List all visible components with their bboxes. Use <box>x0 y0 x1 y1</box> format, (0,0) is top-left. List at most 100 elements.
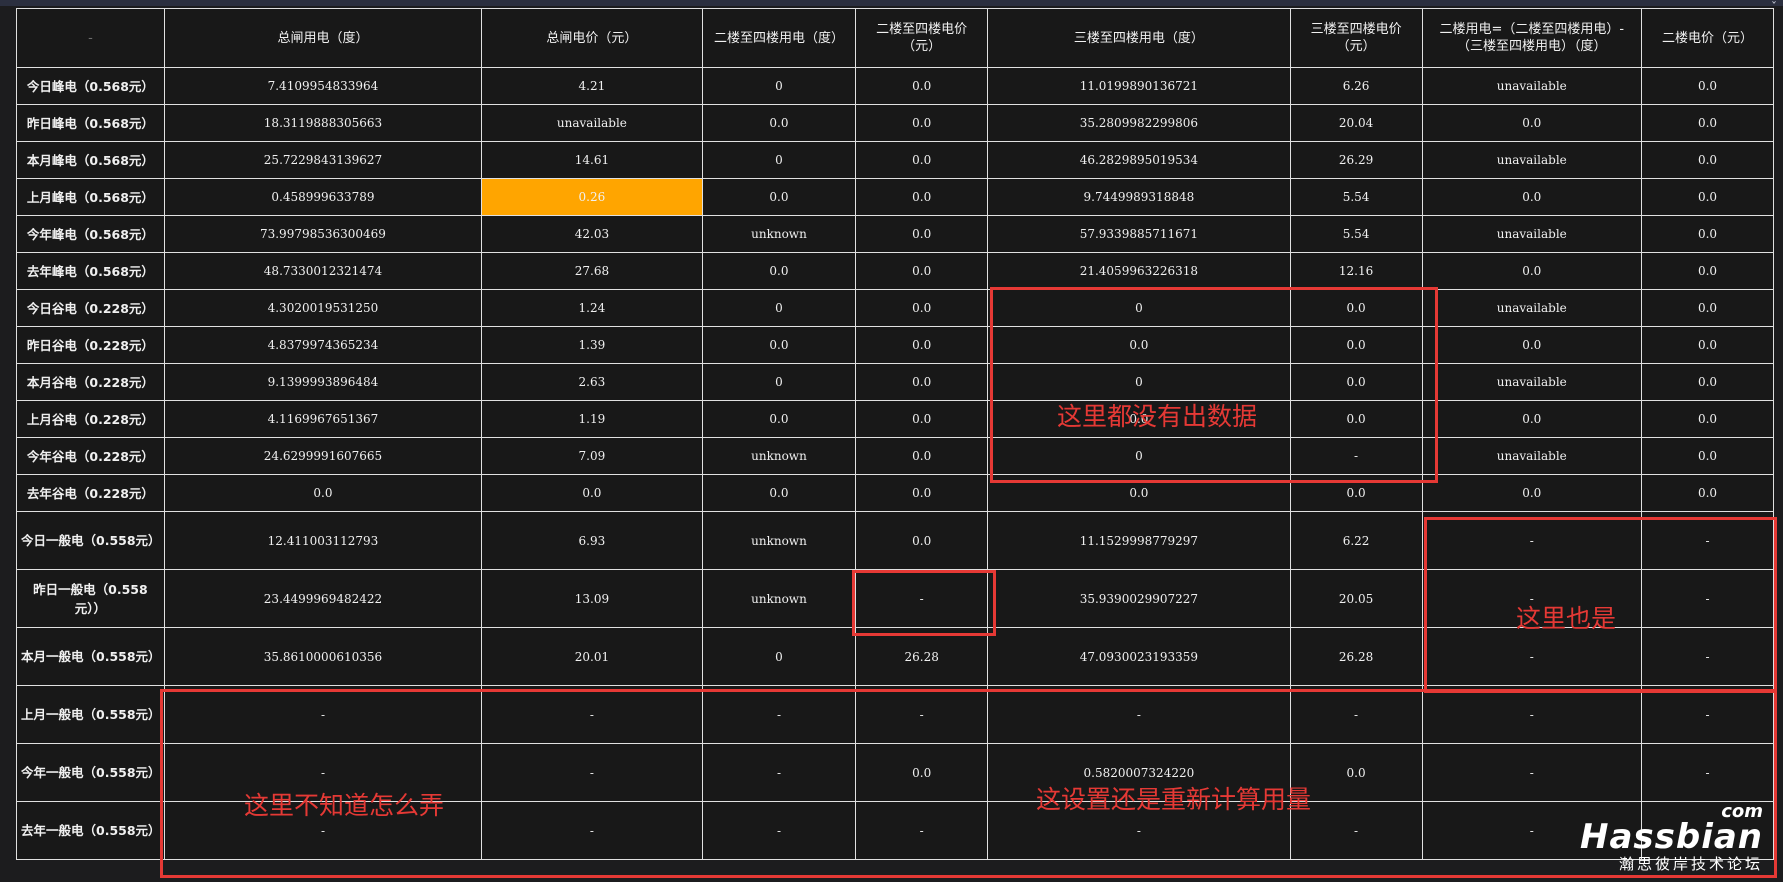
table-cell: 26.28 <box>1289 627 1423 686</box>
column-header: 总闸用电（度） <box>163 8 483 68</box>
table-cell: 21.4059963226318 <box>987 252 1291 290</box>
table-cell: 0.0 <box>1641 104 1774 142</box>
table-cell: 20.04 <box>1289 104 1423 142</box>
hassbian-watermark: com Hassbian 瀚思彼岸技术论坛 <box>1580 801 1763 874</box>
row-label: 上月一般电（0.558元） <box>16 685 165 744</box>
table-cell: 47.0930023193359 <box>987 627 1291 686</box>
table-cell: 5.54 <box>1289 178 1423 216</box>
table-row: 去年峰电（0.568元） 48.7330012321474 27.68 0.0 0.0 2… <box>16 252 1774 290</box>
column-header: 二楼电价（元） <box>1641 8 1774 68</box>
table-cell: 26.29 <box>1289 141 1423 179</box>
table-header-row: - 总闸用电（度） 总闸电价（元） 二楼至四楼用电（度） 二楼至四楼电价（元） … <box>16 8 1774 68</box>
table-body: 今日峰电（0.568元） 7.4109954833964 4.21 0 0.0 11.01… <box>16 67 1774 860</box>
table-cell: 0 <box>701 67 857 105</box>
table-row: 今日一般电（0.558元） 12.411003112793 6.93 unknown 0… <box>16 511 1774 570</box>
table-row: 去年谷电（0.228元） 0.0 0.0 0.0 0.0 0.0 0.0 0.0 0.0 <box>16 474 1774 512</box>
table-cell: unavailable <box>1421 437 1643 475</box>
table-cell: 0 <box>987 437 1291 475</box>
card: - 总闸用电（度） 总闸电价（元） 二楼至四楼用电（度） 二楼至四楼电价（元） … <box>0 6 1783 882</box>
table-row: 本月峰电（0.568元） 25.7229843139627 14.61 0 0.0 46.… <box>16 141 1774 179</box>
table-cell: 2.63 <box>481 363 703 401</box>
table-cell: 73.99798536300469 <box>163 215 483 253</box>
row-label: 去年一般电（0.558元） <box>16 801 165 860</box>
table-cell: 0.0 <box>1641 252 1774 290</box>
table-cell: unavailable <box>1421 363 1643 401</box>
table-cell: 0.0 <box>855 743 989 802</box>
table-cell: 11.0199890136721 <box>987 67 1291 105</box>
column-header: 二楼至四楼用电（度） <box>701 8 857 68</box>
table-cell: 0.0 <box>701 474 857 512</box>
row-label: 今年峰电（0.568元） <box>16 215 165 253</box>
table-cell: 0.0 <box>855 141 989 179</box>
table-cell: 0.0 <box>1421 326 1643 364</box>
table-cell: - <box>701 801 857 860</box>
row-label: 今日谷电（0.228元） <box>16 289 165 327</box>
table-cell: 18.3119888305663 <box>163 104 483 142</box>
table-cell: 0.0 <box>855 289 989 327</box>
table-cell: 24.6299991607665 <box>163 437 483 475</box>
table-cell: 35.8610000610356 <box>163 627 483 686</box>
table-cell: 11.1529998779297 <box>987 511 1291 570</box>
table-cell: 0.0 <box>1641 474 1774 512</box>
table-cell: 20.01 <box>481 627 703 686</box>
table-row: 今日谷电（0.228元） 4.3020019531250 1.24 0 0.0 0 0.0 u… <box>16 289 1774 327</box>
row-label: 本月一般电（0.558元） <box>16 627 165 686</box>
table-cell: - <box>481 743 703 802</box>
table-row: 上月谷电（0.228元） 4.1169967651367 1.19 0.0 0.0 0.0… <box>16 400 1774 438</box>
table-cell: 0.0 <box>1641 363 1774 401</box>
table-cell: 1.19 <box>481 400 703 438</box>
table-cell: unknown <box>701 511 857 570</box>
table-cell: 4.8379974365234 <box>163 326 483 364</box>
table-cell: 23.4499969482422 <box>163 569 483 628</box>
table-cell: unavailable <box>1421 215 1643 253</box>
table-cell: 0.0 <box>1641 141 1774 179</box>
table-cell: 0.0 <box>1641 215 1774 253</box>
table-row: 本月一般电（0.558元） 35.8610000610356 20.01 0 26.28… <box>16 627 1774 686</box>
table-row: 昨日一般电（0.558元）） 23.4499969482422 13.09 unkno… <box>16 569 1774 628</box>
table-cell: - <box>1421 511 1643 570</box>
row-label: 上月峰电（0.568元） <box>16 178 165 216</box>
annotation-no-data: 这里都没有出数据 <box>1057 402 1258 431</box>
table-cell: unknown <box>701 215 857 253</box>
table-cell: unavailable <box>481 104 703 142</box>
row-label: 今年一般电（0.558元） <box>16 743 165 802</box>
row-label: 昨日一般电（0.558元）） <box>16 569 165 628</box>
table-cell: 26.28 <box>855 627 989 686</box>
table-cell: 0.0 <box>1641 67 1774 105</box>
table-cell: unavailable <box>1421 67 1643 105</box>
table-cell: 0.0 <box>855 326 989 364</box>
table-cell: - <box>855 569 989 628</box>
table-cell: 13.09 <box>481 569 703 628</box>
table-cell: 25.7229843139627 <box>163 141 483 179</box>
table-cell: - <box>1641 569 1774 628</box>
table-cell: 4.1169967651367 <box>163 400 483 438</box>
table-cell: 0 <box>987 289 1291 327</box>
row-label: 昨日谷电（0.228元） <box>16 326 165 364</box>
row-label: 上月谷电（0.228元） <box>16 400 165 438</box>
column-header: 三楼至四楼用电（度） <box>987 8 1291 68</box>
column-header: 三楼至四楼电价（元） <box>1289 8 1423 68</box>
table-cell: 0.0 <box>855 252 989 290</box>
table-cell: 0.0 <box>1289 474 1423 512</box>
table-cell: - <box>1421 627 1643 686</box>
table-cell: 5.54 <box>1289 215 1423 253</box>
table-cell: 0.0 <box>1641 289 1774 327</box>
table-cell: 0.0 <box>855 400 989 438</box>
table-cell: 0.0 <box>1641 437 1774 475</box>
table-cell: 0.0 <box>163 474 483 512</box>
table-cell: 0.0 <box>701 400 857 438</box>
column-header: 二楼用电=（二楼至四楼用电）-（三楼至四楼用电）（度） <box>1421 8 1643 68</box>
table-cell: 0.0 <box>855 104 989 142</box>
table-row: 上月峰电（0.568元） 0.458999633789 0.26 0.0 0.0 9.74… <box>16 178 1774 216</box>
table-cell: 7.4109954833964 <box>163 67 483 105</box>
table-cell: 6.26 <box>1289 67 1423 105</box>
table-cell: 0 <box>701 289 857 327</box>
table-cell: 0.0 <box>855 67 989 105</box>
table-cell: unknown <box>701 569 857 628</box>
table-cell: 0.0 <box>1289 400 1423 438</box>
table-cell: 0.26 <box>481 178 703 216</box>
table-cell: 48.7330012321474 <box>163 252 483 290</box>
table-cell: 0.0 <box>1421 104 1643 142</box>
table-cell: - <box>1421 743 1643 802</box>
table-cell: 0.0 <box>1421 400 1643 438</box>
